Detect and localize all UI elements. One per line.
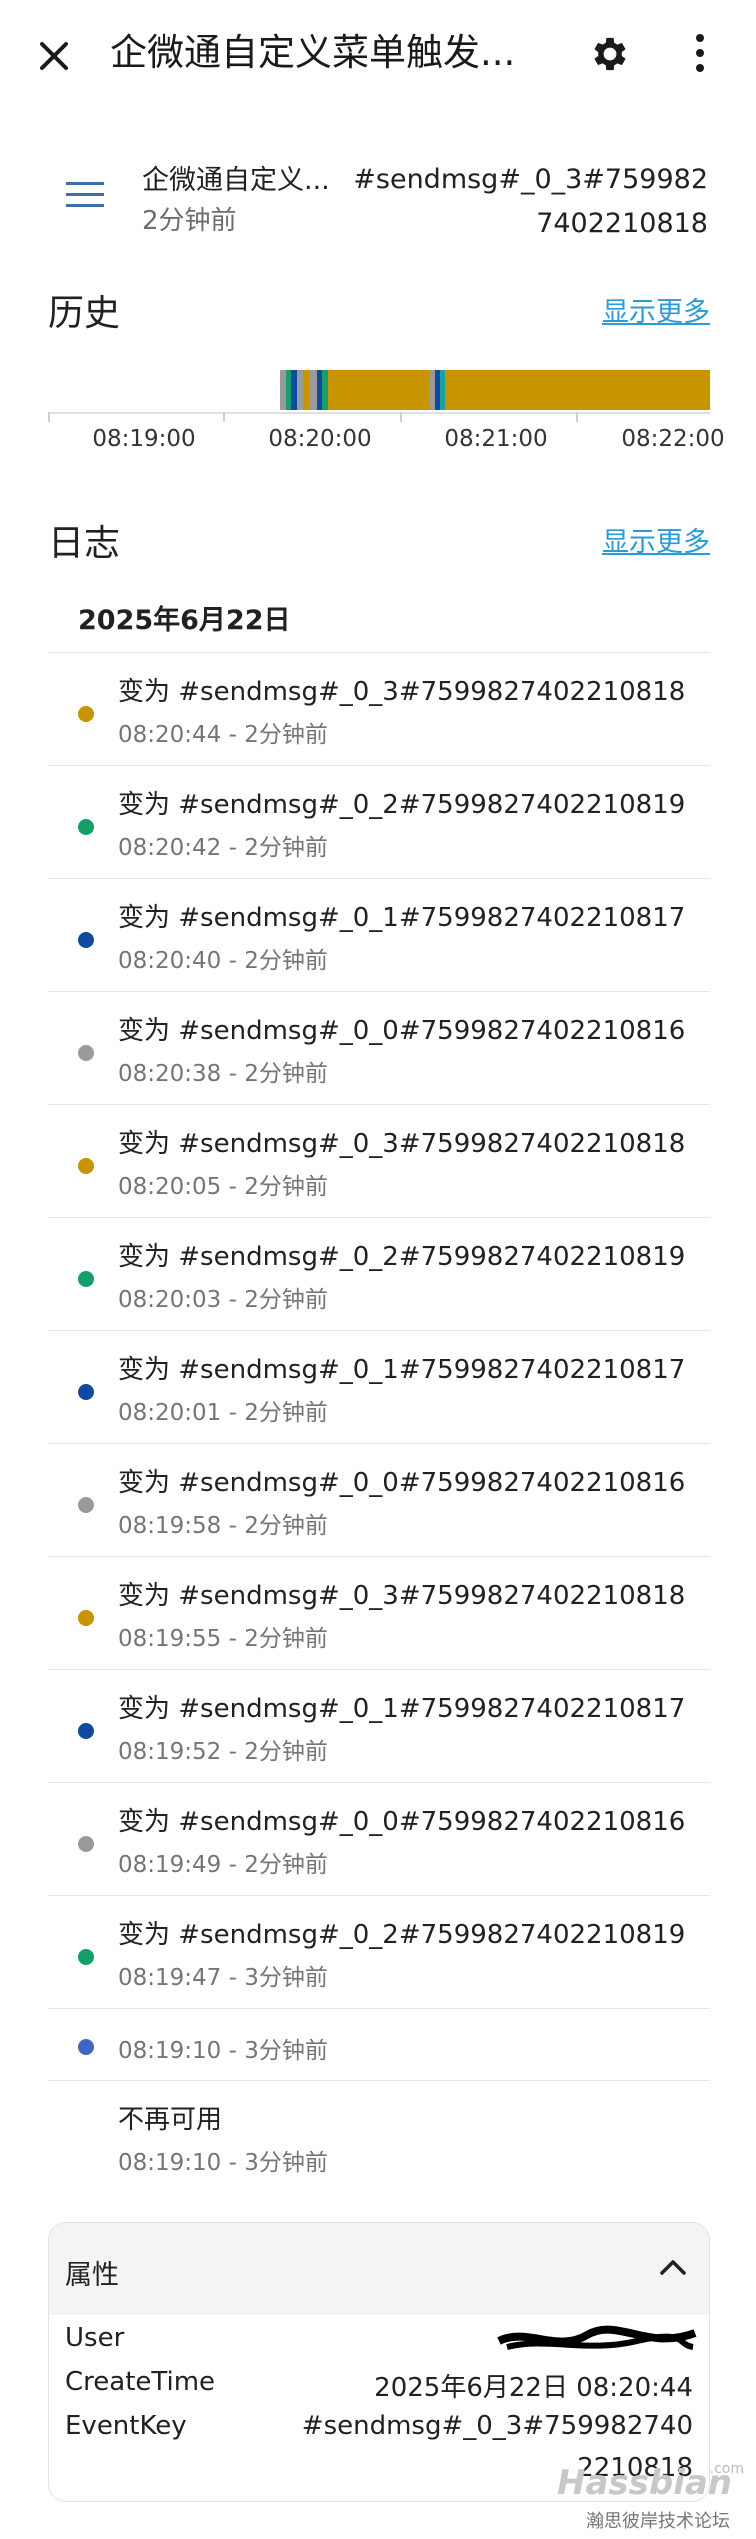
attribute-value: 2025年6月22日 08:20:44 <box>374 2373 693 2403</box>
entity-state: #sendmsg#_0_3#759982 7402210818 <box>348 158 708 246</box>
logbook-time: 08:19:10 - 3分钟前 <box>118 2150 328 2176</box>
logbook-entry-unavailable[interactable]: 不再可用 08:19:10 - 3分钟前 <box>48 2080 710 2193</box>
entity-row[interactable]: 企微通自定义... 2分钟前 #sendmsg#_0_3#759982 7402… <box>0 140 756 250</box>
logbook-time: 08:20:03 - 2分钟前 <box>118 1287 328 1313</box>
state-dot <box>78 1158 94 1174</box>
timeline-tick <box>400 412 402 422</box>
watermark: Hassbian .com 瀚思彼岸技术论坛 <box>557 2461 746 2532</box>
logbook-entry[interactable]: 变为 #sendmsg#_0_0#7599827402210816 08:20:… <box>48 991 710 1104</box>
entity-state-line1: #sendmsg#_0_3#759982 <box>353 164 708 195</box>
logbook-entry[interactable]: 变为 #sendmsg#_0_0#7599827402210816 08:19:… <box>48 1782 710 1895</box>
attribute-key: CreateTime <box>65 2367 216 2397</box>
watermark-brand: Hassbian <box>556 2463 732 2503</box>
redacted-scribble <box>497 2325 697 2350</box>
timeline-label: 08:19:00 <box>92 426 196 452</box>
chevron-up-icon[interactable] <box>659 2257 687 2277</box>
logbook-list: 变为 #sendmsg#_0_3#7599827402210818 08:20:… <box>48 652 710 2193</box>
state-dot <box>78 1497 94 1513</box>
logbook-entry[interactable]: 变为 #sendmsg#_0_0#7599827402210816 08:19:… <box>48 1443 710 1556</box>
logbook-time: 08:20:44 - 2分钟前 <box>118 722 328 748</box>
logbook-message: 变为 #sendmsg#_0_1#7599827402210817 <box>118 1694 686 1724</box>
dialog-title: 企微通自定义菜单触发... <box>110 31 516 74</box>
history-timeline[interactable]: 08:19:00 08:20:00 08:21:00 08:22:00 <box>48 350 725 500</box>
logbook-show-more-link[interactable]: 显示更多 <box>602 520 710 559</box>
state-dot <box>78 1384 94 1400</box>
logbook-message: 变为 #sendmsg#_0_3#7599827402210818 <box>118 677 686 707</box>
more-vert-icon[interactable] <box>690 28 710 78</box>
timeline-label: 08:20:00 <box>268 426 372 452</box>
timeline-tick <box>576 412 578 422</box>
state-dot <box>78 2039 94 2055</box>
logbook-entry[interactable]: 变为 #sendmsg#_0_2#7599827402210819 08:20:… <box>48 1217 710 1330</box>
logbook-time: 08:19:10 - 3分钟前 <box>118 2038 328 2064</box>
timeline-label: 08:22:00 <box>621 426 725 452</box>
state-dot <box>78 706 94 722</box>
logbook-entry[interactable]: 变为 #sendmsg#_0_1#7599827402210817 08:20:… <box>48 1330 710 1443</box>
history-title: 历史 <box>48 293 121 334</box>
state-dot <box>78 1836 94 1852</box>
logbook-entry[interactable]: 变为 #sendmsg#_0_1#7599827402210817 08:19:… <box>48 1669 710 1782</box>
logbook-time: 08:20:42 - 2分钟前 <box>118 835 328 861</box>
timeline-tick <box>48 412 50 422</box>
logbook-time: 08:20:38 - 2分钟前 <box>118 1061 328 1087</box>
logbook-date: 2025年6月22日 <box>78 605 291 636</box>
logbook-message: 变为 #sendmsg#_0_2#7599827402210819 <box>118 1242 686 1272</box>
entity-name: 企微通自定义... <box>142 165 330 196</box>
logbook-time: 08:20:40 - 2分钟前 <box>118 948 328 974</box>
logbook-message: 变为 #sendmsg#_0_0#7599827402210816 <box>118 1468 686 1498</box>
attributes-header[interactable]: 属性 <box>49 2223 709 2315</box>
logbook-message: 变为 #sendmsg#_0_0#7599827402210816 <box>118 1807 686 1837</box>
logbook-entry[interactable]: 变为 #sendmsg#_0_2#7599827402210819 08:19:… <box>48 1895 710 2008</box>
state-dot <box>78 1271 94 1287</box>
logbook-message: 变为 #sendmsg#_0_3#7599827402210818 <box>118 1129 686 1159</box>
attributes-panel: 属性 User CreateTime 2025年6月22日 08:20:44 E… <box>48 2222 710 2502</box>
logbook-time: 08:20:05 - 2分钟前 <box>118 1174 328 1200</box>
logbook-message: 变为 #sendmsg#_0_3#7599827402210818 <box>118 1581 686 1611</box>
gear-icon[interactable] <box>588 32 632 76</box>
logbook-entry[interactable]: 变为 #sendmsg#_0_3#7599827402210818 08:20:… <box>48 1104 710 1217</box>
logbook-message: 变为 #sendmsg#_0_1#7599827402210817 <box>118 1355 686 1385</box>
logbook-time: 08:19:55 - 2分钟前 <box>118 1626 328 1652</box>
entity-state-line2: 7402210818 <box>536 208 708 239</box>
watermark-caption: 瀚思彼岸技术论坛 <box>586 2511 730 2532</box>
timeline-segment <box>309 370 317 410</box>
timeline-label: 08:21:00 <box>444 426 548 452</box>
logbook-entry[interactable]: 变为 #sendmsg#_0_1#7599827402210817 08:20:… <box>48 878 710 991</box>
watermark-tag: .com <box>709 2461 744 2477</box>
logbook-title: 日志 <box>48 523 121 564</box>
entity-last-changed: 2分钟前 <box>142 206 237 236</box>
logbook-message: 变为 #sendmsg#_0_1#7599827402210817 <box>118 903 686 933</box>
top-app-bar: 企微通自定义菜单触发... <box>0 0 756 108</box>
state-dot <box>78 1949 94 1965</box>
state-dot <box>78 932 94 948</box>
logbook-message: 变为 #sendmsg#_0_0#7599827402210816 <box>118 1016 686 1046</box>
state-dot <box>78 1045 94 1061</box>
logbook-time: 08:20:01 - 2分钟前 <box>118 1400 328 1426</box>
logbook-entry[interactable]: 变为 #sendmsg#_0_3#7599827402210818 08:19:… <box>48 1556 710 1669</box>
state-dot <box>78 1610 94 1626</box>
logbook-entry[interactable]: 变为 #sendmsg#_0_3#7599827402210818 08:20:… <box>48 652 710 765</box>
logbook-time: 08:19:47 - 3分钟前 <box>118 1965 328 1991</box>
attribute-key: User <box>65 2323 125 2353</box>
timeline-segment <box>328 370 430 410</box>
state-dot <box>78 1723 94 1739</box>
logbook-entry[interactable]: 08:19:10 - 3分钟前 <box>48 2008 710 2080</box>
timeline-segment <box>445 370 710 410</box>
logbook-message: 不再可用 <box>118 2105 223 2135</box>
logbook-time: 08:19:52 - 2分钟前 <box>118 1739 328 1765</box>
logbook-message: 变为 #sendmsg#_0_2#7599827402210819 <box>118 790 686 820</box>
state-dot <box>78 819 94 835</box>
logbook-message: 变为 #sendmsg#_0_2#7599827402210819 <box>118 1920 686 1950</box>
timeline-tick <box>223 412 225 422</box>
timeline-axis <box>48 412 710 414</box>
logbook-time: 08:19:58 - 2分钟前 <box>118 1513 328 1539</box>
attribute-value: #sendmsg#_0_3#759982740 <box>301 2411 693 2441</box>
close-icon[interactable] <box>30 32 78 80</box>
logbook-entry[interactable]: 变为 #sendmsg#_0_2#7599827402210819 08:20:… <box>48 765 710 878</box>
logbook-time: 08:19:49 - 2分钟前 <box>118 1852 328 1878</box>
attribute-key: EventKey <box>65 2411 187 2441</box>
menu-icon <box>66 182 104 207</box>
history-show-more-link[interactable]: 显示更多 <box>602 290 710 329</box>
attributes-title: 属性 <box>65 2260 119 2291</box>
